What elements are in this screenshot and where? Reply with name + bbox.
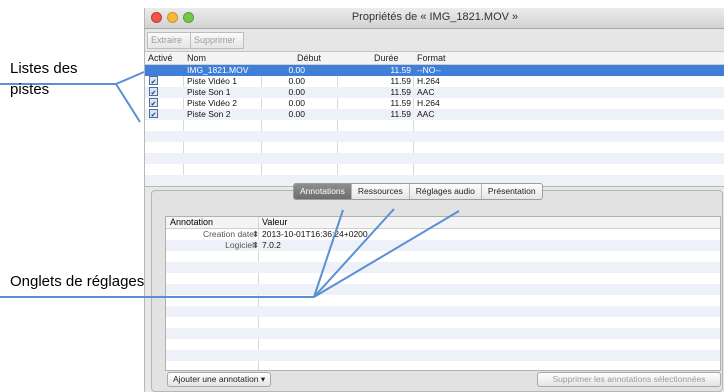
tabs-callout-pointer	[313, 209, 344, 298]
tracks-callout-line2: pistes	[10, 81, 50, 98]
tracks-callout-line1: Listes des	[10, 60, 78, 77]
tabs-callout-label: Onglets de réglages	[10, 273, 145, 290]
tabs-callout-pointer	[313, 210, 460, 298]
callout-lines	[0, 71, 460, 298]
tracks-callout-label: Listes des pistes	[10, 58, 78, 100]
tracks-callout-pointer	[115, 71, 145, 85]
tabs-callout-pointer	[313, 208, 395, 298]
tracks-callout-pointer	[115, 83, 141, 123]
